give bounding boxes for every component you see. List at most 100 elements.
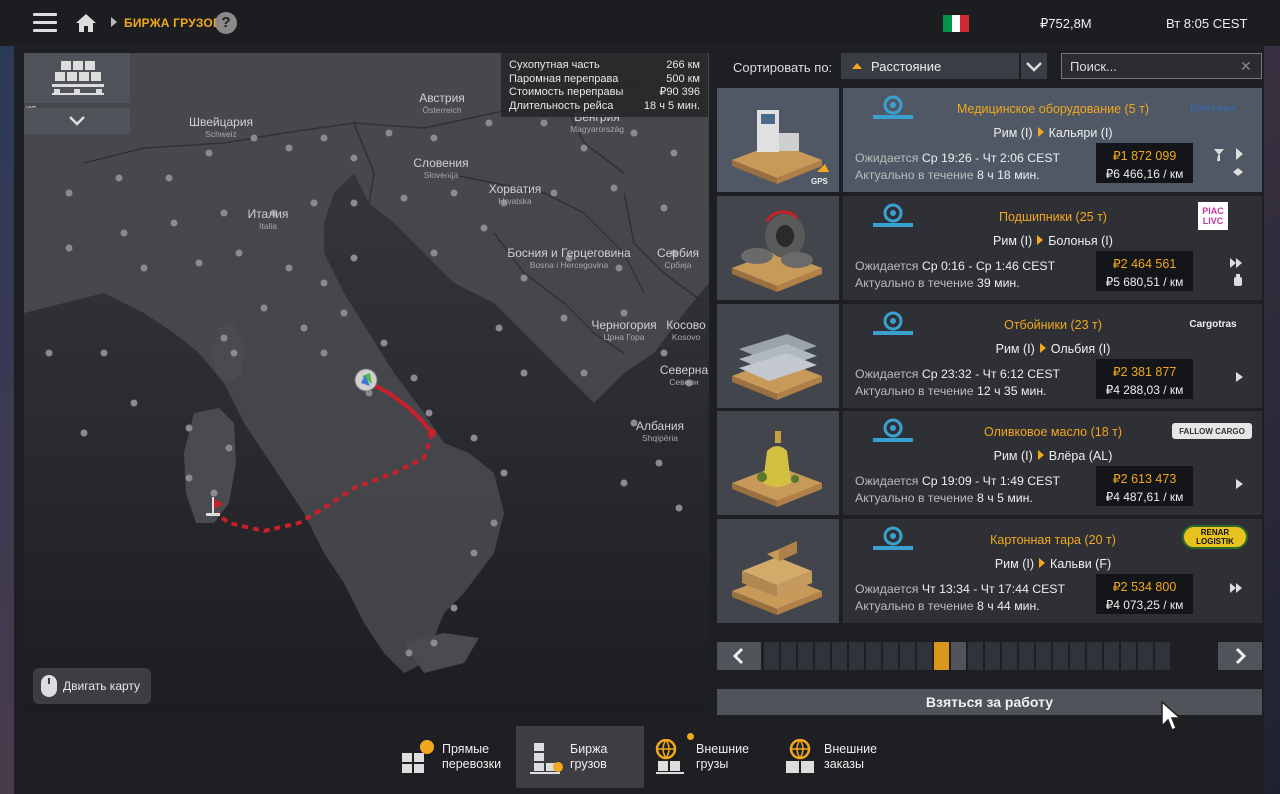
job-price: ₽2 534 800 (1112, 580, 1177, 594)
client-logo: RENAR LOGISTIK (1182, 525, 1248, 549)
next-page-button[interactable] (1218, 642, 1262, 670)
pagination (717, 642, 1262, 670)
sort-label: Сортировать по: (733, 60, 833, 75)
client-logo: Cargotras (1189, 318, 1237, 330)
tab-external-cargo[interactable]: Внешние грузы (652, 726, 770, 788)
job-card: Оливковое масло (18 т) Рим (I) Влёра (AL)… (843, 411, 1262, 515)
globe-contract-icon (786, 739, 814, 773)
tab-label: заказы (824, 757, 864, 771)
client-logo: PIAC LIVC (1198, 202, 1228, 230)
price-box: ₽2 613 473 ₽4 487,61 / км (1096, 466, 1193, 506)
client-logo: Eolo Lines (1190, 103, 1236, 113)
price-box: ₽2 534 800 ₽4 073,25 / км (1096, 574, 1193, 614)
cargo-thumbnail: GPS (717, 88, 839, 192)
job-price: ₽2 464 561 (1112, 257, 1177, 271)
move-map-label: Двигать карту (63, 679, 141, 693)
route-arrow-icon (1039, 343, 1046, 353)
route-stats: Сухопутная часть 266 км Паромная переправ… (501, 53, 708, 117)
sort-value: Расстояние (871, 59, 942, 74)
map-label-switzerland: Швейцария Schweiz (188, 115, 254, 139)
job-flags-icon (1230, 258, 1242, 286)
prev-page-button[interactable] (717, 642, 761, 670)
chevron-down-icon (69, 116, 85, 126)
sort-select[interactable]: Расстояние (841, 53, 1019, 79)
job-row[interactable]: Оливковое масло (18 т) Рим (I) Влёра (AL)… (717, 411, 1262, 515)
job-row[interactable]: GPS Медицинское оборудование (5 т) Рим (… (717, 88, 1262, 192)
route-cities: Рим (I) Кальви (F) (994, 557, 1112, 571)
tab-freight-market[interactable]: Биржа грузов (516, 726, 644, 788)
sort-ascending-icon (852, 63, 862, 69)
route-arrow-icon (1037, 235, 1044, 245)
map-layer-button[interactable] (24, 53, 130, 103)
tab-label: Внешние (824, 742, 878, 756)
job-flags-icon (1236, 372, 1243, 382)
client-logo: FALLOW CARGO (1172, 423, 1252, 439)
page-indicators[interactable] (764, 642, 1172, 670)
cargo-thumbnail (717, 304, 839, 408)
map-label-bosnia: Босния и Герцеговина Bosna i Hercegovina (507, 246, 631, 270)
help-button[interactable]: ? (215, 12, 237, 34)
valid-time: Актуально в течение 8 ч 18 мин. (855, 168, 1040, 182)
route-map[interactable]: Австрия Österreich Швейцария Schweiz Венгр… (24, 53, 709, 715)
cargo-name: Оливковое масло (18 т) (983, 425, 1123, 439)
expected-time: Ожидается Ср 19:09 - Чт 1:49 CEST (855, 474, 1061, 488)
game-clock: Вт 8:05 CEST (1166, 16, 1248, 31)
cargo-thumbnail (717, 196, 839, 300)
home-icon[interactable] (75, 12, 97, 34)
job-flags-icon (1214, 148, 1243, 176)
cargo-thumbnail (717, 519, 839, 623)
tab-label: Внешние (696, 742, 750, 756)
map-label-kosovo: Косово Kosovo (666, 318, 706, 342)
map-label-north-macedonia: Северна Северн (659, 363, 709, 387)
cargo-name: Отбойники (23 т) (1004, 318, 1102, 332)
job-row[interactable]: Картонная тара (20 т) Рим (I) Кальви (F) … (717, 519, 1262, 623)
tab-external-contracts[interactable]: Внешние заказы (782, 726, 892, 788)
map-expand-button[interactable] (24, 108, 130, 134)
job-flags-icon (1236, 479, 1243, 489)
map-label-serbia: Сербия Србија (656, 246, 700, 270)
job-card: Медицинское оборудование (5 т) Рим (I) Ка… (843, 88, 1262, 192)
country-flag-icon (943, 15, 970, 32)
move-map-hint[interactable]: Двигать карту (33, 668, 151, 704)
job-price: ₽1 872 099 (1112, 149, 1177, 163)
route-arrow-icon (1037, 450, 1044, 460)
search-input[interactable] (1061, 53, 1262, 79)
quick-job-icon (402, 740, 434, 773)
tab-quick-jobs[interactable]: Прямые перевозки (396, 726, 506, 788)
map-label-croatia: Хорватия Hrvatska (488, 182, 542, 206)
valid-time: Актуально в течение 12 ч 35 мин. (855, 384, 1047, 398)
company-logo-icon (873, 418, 913, 442)
company-logo-icon (873, 95, 913, 119)
map-label-albania: Албания Shqipëria (635, 419, 685, 443)
tab-label: грузы (696, 757, 729, 771)
job-price-per-km: ₽4 487,61 / км (1105, 490, 1184, 504)
job-flags-icon (1230, 583, 1242, 593)
price-box: ₽1 872 099 ₽6 466,16 / км (1096, 143, 1193, 183)
job-row[interactable]: Подшипники (25 т) Рим (I) Болонья (I) Ожи… (717, 196, 1262, 300)
route-cities: Рим (I) Ольбия (I) (995, 342, 1111, 356)
map-label-montenegro: Черногория Црна Гора (591, 318, 657, 342)
map-label-italy: Италия Italia (247, 207, 289, 231)
cargo-name: Медицинское оборудование (5 т) (957, 102, 1149, 116)
chevron-right-icon (1235, 647, 1247, 665)
clear-search-icon[interactable]: ✕ (1240, 59, 1254, 73)
job-price: ₽2 613 473 (1112, 472, 1177, 486)
job-card: Картонная тара (20 т) Рим (I) Кальви (F) … (843, 519, 1262, 623)
sort-dropdown-button[interactable] (1021, 53, 1047, 79)
notification-dot (687, 733, 694, 740)
company-logo-icon (873, 526, 913, 550)
cargo-thumbnail (717, 411, 839, 515)
job-price-per-km: ₽6 466,16 / км (1105, 167, 1184, 181)
chevron-left-icon (732, 647, 744, 665)
mouse-icon (41, 675, 57, 697)
tab-label: перевозки (442, 757, 502, 771)
tab-label: грузов (570, 757, 607, 771)
breadcrumb[interactable]: БИРЖА ГРУЗОВ (124, 16, 222, 30)
menu-icon[interactable] (33, 13, 57, 33)
breadcrumb-arrow-icon (111, 17, 117, 27)
globe-cargo-icon (655, 739, 684, 774)
expected-time: Ожидается Ср 19:26 - Чт 2:06 CEST (855, 151, 1061, 165)
expected-time: Ожидается Ср 23:32 - Чт 6:12 CEST (855, 367, 1061, 381)
cursor-icon (1161, 700, 1182, 732)
job-row[interactable]: Отбойники (23 т) Рим (I) Ольбия (I) Ожида… (717, 304, 1262, 408)
